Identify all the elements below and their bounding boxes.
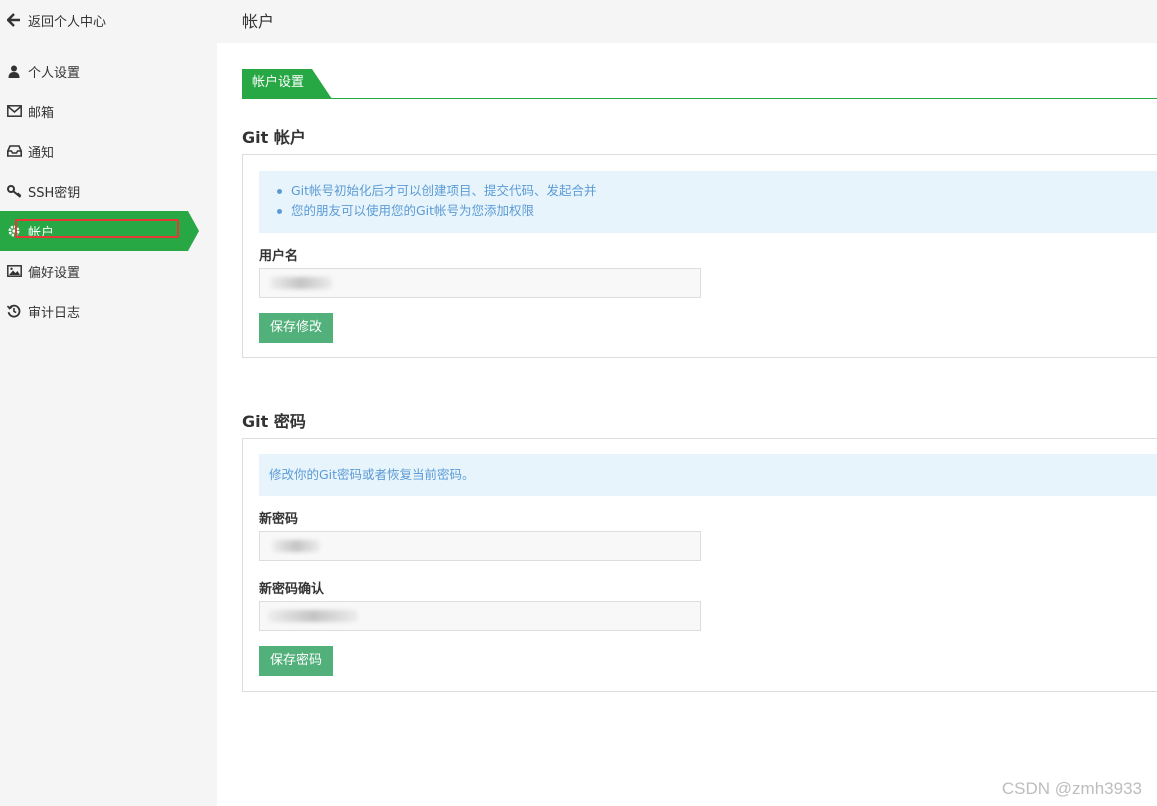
- sidebar-item-label: 通知: [28, 145, 55, 161]
- git-password-info-box: 修改你的Git密码或者恢复当前密码。: [259, 454, 1157, 496]
- sidebar-item-email[interactable]: 邮箱: [0, 91, 217, 131]
- redacted-value: [272, 540, 320, 552]
- tab-underline: [242, 98, 1157, 99]
- confirm-password-input[interactable]: [259, 601, 701, 631]
- sidebar-item-label: 邮箱: [28, 105, 55, 121]
- git-account-heading: Git 帐户: [242, 128, 306, 147]
- save-password-button[interactable]: 保存密码: [259, 646, 334, 676]
- info-line: 您的朋友可以使用您的Git帐号为您添加权限: [273, 201, 1157, 221]
- sidebar-item-personal-settings[interactable]: 个人设置: [0, 51, 217, 91]
- sidebar-item-audit-log[interactable]: 审计日志: [0, 291, 217, 331]
- tab-account-settings[interactable]: 帐户设置: [242, 69, 332, 99]
- image-icon: [0, 265, 28, 277]
- git-account-panel: Git帐号初始化后才可以创建项目、提交代码、发起合并 您的朋友可以使用您的Git…: [242, 154, 1157, 358]
- watermark: CSDN @zmh3933: [1001, 779, 1142, 798]
- redacted-value: [270, 277, 332, 289]
- username-input[interactable]: [259, 268, 701, 298]
- confirm-password-label: 新密码确认: [259, 582, 325, 597]
- history-icon: [0, 304, 28, 318]
- sidebar-item-label: 个人设置: [28, 65, 81, 81]
- arrow-left-icon: [0, 13, 28, 27]
- sidebar-item-preferences[interactable]: 偏好设置: [0, 251, 217, 291]
- back-label: 返回个人中心: [28, 14, 107, 30]
- new-password-label: 新密码: [259, 512, 299, 527]
- inbox-icon: [0, 145, 28, 157]
- user-icon: [0, 65, 28, 78]
- git-password-panel: 修改你的Git密码或者恢复当前密码。 新密码 新密码确认 保存密码: [242, 438, 1157, 692]
- envelope-icon: [0, 105, 28, 117]
- redacted-value: [268, 610, 358, 622]
- highlight-annotation-box: [15, 219, 179, 238]
- git-account-info-box: Git帐号初始化后才可以创建项目、提交代码、发起合并 您的朋友可以使用您的Git…: [259, 171, 1157, 233]
- info-line: Git帐号初始化后才可以创建项目、提交代码、发起合并: [273, 181, 1157, 201]
- save-changes-button[interactable]: 保存修改: [259, 313, 334, 343]
- sidebar-item-account[interactable]: 帐户: [0, 211, 217, 251]
- header-bar: 帐户: [217, 0, 1157, 43]
- username-label: 用户名: [259, 249, 299, 264]
- sidebar-item-notifications[interactable]: 通知: [0, 131, 217, 171]
- sidebar-item-label: 审计日志: [28, 305, 81, 321]
- sidebar: 返回个人中心 个人设置 邮箱 通知 SSH密钥 帐户 偏好设置 审计日志: [0, 0, 217, 806]
- git-password-heading: Git 密码: [242, 412, 306, 431]
- new-password-input[interactable]: [259, 531, 701, 561]
- page-title: 帐户: [242, 12, 275, 31]
- key-icon: [0, 184, 28, 198]
- sidebar-item-label: 偏好设置: [28, 265, 81, 281]
- sidebar-item-ssh-keys[interactable]: SSH密钥: [0, 171, 217, 211]
- back-to-profile-link[interactable]: 返回个人中心: [0, 6, 217, 34]
- sidebar-item-label: SSH密钥: [28, 185, 81, 201]
